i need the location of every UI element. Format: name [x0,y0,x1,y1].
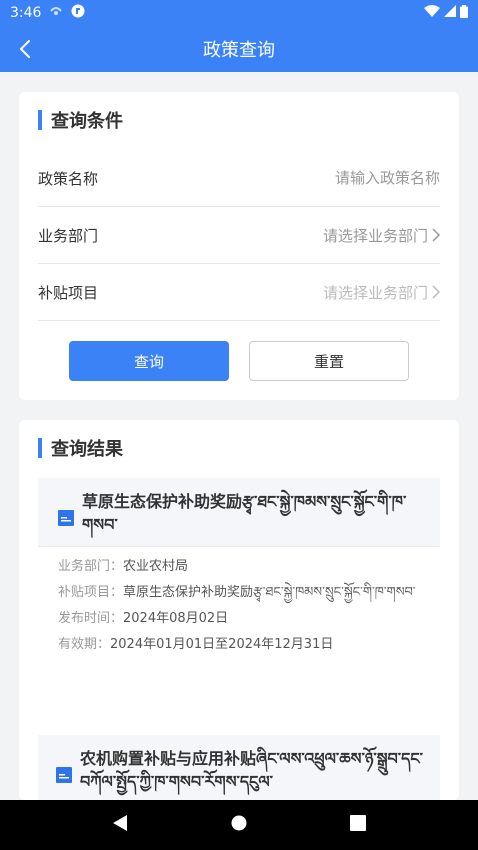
app-bar: 政策查询 [0,26,478,72]
back-button[interactable] [10,34,40,64]
nav-recents-button[interactable] [350,815,367,835]
query-card: 查询条件 政策名称 业务部门 请选择业务部门 补贴项目 请选择业务部门 查询 重… [19,92,459,400]
policy-name-row: 政策名称 [38,150,440,207]
section-accent-bar [38,110,42,130]
subsidy-project-value: 请选择业务部门 [322,283,428,302]
circle-home-icon [231,815,247,831]
nav-home-button[interactable] [231,815,247,835]
document-icon [58,510,74,526]
signal-icon [444,5,456,21]
result-item[interactable]: 草原生态保护补助奖励རྩྭ་ཐང་སྐྱེ་ཁམས་སྲུང་སྐྱོང་གི་… [38,478,440,661]
weather-icon [49,5,63,21]
result-title: 农机购置补贴与应用补贴ཞིང་ལས་འཕྲུལ་ཆས་ཉོ་སྒྲུབ་དང་བ… [80,749,424,791]
department-row[interactable]: 业务部门 请选择业务部门 [38,207,440,264]
wifi-icon [424,5,440,21]
triangle-back-icon [112,815,127,831]
results-card: 查询结果 草原生态保护补助奖励རྩྭ་ཐང་སྐྱེ་ཁམས་སྲུང་སྐྱོ… [19,420,459,800]
field-key: 业务部门： [58,559,124,574]
field-key: 有效期： [58,637,111,652]
result-department: 农业农村局 [123,559,189,574]
subsidy-project-label: 补贴项目 [38,283,99,302]
subsidy-project-row[interactable]: 补贴项目 请选择业务部门 [38,264,440,321]
document-icon [56,767,72,783]
field-key: 发布时间： [58,611,124,626]
app-notification-icon [71,4,85,22]
system-nav-bar [0,800,478,850]
query-section-title: 查询条件 [38,108,123,132]
result-publish-date: 2024年08月02日 [123,611,229,626]
result-item[interactable]: 农机购置补贴与应用补贴ཞིང་ལས་འཕྲུལ་ཆས་ཉོ་སྒྲུབ་དང་བ… [38,735,440,800]
result-project: 草原生态保护补助奖励རྩྭ་ཐང་སྐྱེ་ཁམས་སྲུང་སྐྱོང་གི་… [123,585,416,600]
reset-button[interactable]: 重置 [249,341,409,381]
back-arrow-icon [20,40,30,58]
status-bar: 3:46 [0,0,478,26]
section-accent-bar [38,438,42,458]
result-title: 草原生态保护补助奖励རྩྭ་ཐང་སྐྱེ་ཁམས་སྲུང་སྐྱོང་གི་… [82,492,407,534]
nav-back-button[interactable] [112,814,128,836]
search-button[interactable]: 查询 [69,341,229,381]
results-section-title: 查询结果 [38,436,123,460]
result-valid-period: 2024年01月01日至2024年12月31日 [110,637,334,652]
battery-icon [460,4,468,22]
department-label: 业务部门 [38,226,99,245]
department-select[interactable]: 请选择业务部门 [323,225,440,246]
policy-name-input[interactable] [240,169,440,187]
field-key: 补贴项目： [58,585,124,600]
chevron-right-icon [432,228,440,242]
department-value: 请选择业务部门 [322,226,428,245]
policy-name-label: 政策名称 [38,169,99,188]
status-time: 3:46 [10,5,42,21]
subsidy-project-select[interactable]: 请选择业务部门 [323,282,440,303]
square-recents-icon [350,815,367,831]
chevron-right-icon [432,285,440,299]
page-title: 政策查询 [203,40,275,61]
